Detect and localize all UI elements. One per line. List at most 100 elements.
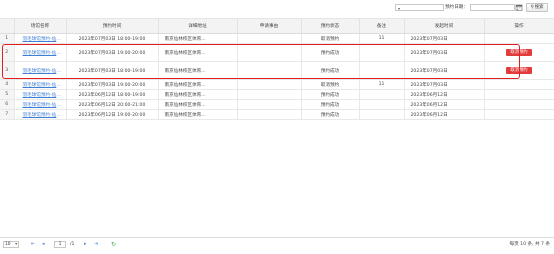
refresh-icon[interactable]: ↻ [111,241,116,248]
table-row: 5 羽毛球馆预约-仙林... 2023年06月12日 18:00-19:00 南… [0,89,554,100]
action-cell: 取消预约 [484,43,554,62]
header-reason[interactable]: 申请事由 [237,18,302,34]
status: 取消预约 [301,79,360,90]
table-row: 3 羽毛球馆预约-仙林... 2023年07月03日 18:00-19:00 南… [0,61,554,80]
status: 取消预约 [301,33,360,44]
calendar-icon[interactable] [515,4,523,11]
venue-link[interactable]: 羽毛球馆预约-仙林... [14,99,67,110]
address: 南京仙林校区体育... [158,61,238,80]
header-status[interactable]: 预约状态 [301,18,360,34]
created-time: 2023年07月03日 [404,79,485,90]
venue-link[interactable]: 羽毛球馆预约-仙林... [14,109,67,120]
reservation-time: 2023年07月03日 19:00-20:00 [66,43,159,62]
page-size-select[interactable]: 10 ▾ [3,241,19,248]
header-address[interactable]: 详细地址 [158,18,238,34]
status: 预约成功 [301,89,360,100]
venue-link[interactable]: 羽毛球馆预约-仙林... [14,33,67,44]
cancel-reservation-button[interactable]: 取消预约 [506,49,532,56]
status-select[interactable]: ▾ [395,4,444,11]
header-index [0,18,15,34]
total-pages: /1 [70,242,75,247]
page-summary: 每页 10 条, 共 7 条 [509,242,551,247]
dropdown-arrow-icon: ▾ [15,242,17,246]
note: 11 [359,79,405,90]
row-index: 4 [0,79,15,90]
page-number-input[interactable]: 1 [54,241,66,248]
table-row: 7 羽毛球馆预约-仙林... 2023年06月12日 19:00-20:00 南… [0,109,554,120]
table-row: 2 羽毛球馆预约-仙林... 2023年07月03日 19:00-20:00 南… [0,43,554,62]
search-icon: ⚲ [530,5,534,10]
table-row: 6 羽毛球馆预约-仙林... 2023年06月12日 20:00-21:00 南… [0,99,554,110]
reason [237,99,302,110]
reason [237,89,302,100]
address: 南京仙林校区体育... [158,89,238,100]
row-index: 5 [0,89,15,100]
dropdown-arrow-icon: ▾ [398,6,401,11]
action-cell [484,79,554,90]
action-cell [484,109,554,120]
note [359,109,405,120]
note: 11 [359,33,405,44]
row-index: 7 [0,109,15,120]
reason [237,43,302,62]
reservation-time: 2023年06月12日 19:00-20:00 [66,109,159,120]
venue-link[interactable]: 羽毛球馆预约-仙林... [14,89,67,100]
next-page-icon[interactable]: ▸ [84,241,87,248]
table-row: 4 羽毛球馆预约-仙林... 2023年07月03日 19:00-20:00 南… [0,79,554,90]
reason [237,109,302,120]
note [359,99,405,110]
status: 预约成功 [301,43,360,62]
reservation-time: 2023年07月03日 18:00-19:00 [66,33,159,44]
header-venue[interactable]: 场馆名称 [14,18,67,34]
action-cell [484,99,554,110]
status: 预约成功 [301,109,360,120]
table-header-row: 场馆名称 预约时间 详细地址 申请事由 预约状态 备注 发起时间 操作 [0,18,554,34]
status: 预约成功 [301,61,360,80]
address: 南京仙林校区体育... [158,43,238,62]
row-index: 1 [0,33,15,44]
action-cell [484,89,554,100]
header-action: 操作 [484,18,554,34]
created-time: 2023年06月12日 [404,99,485,110]
table-row: 1 羽毛球馆预约-仙林... 2023年07月03日 18:00-19:00 南… [0,33,554,44]
header-time[interactable]: 预约时间 [66,18,159,34]
last-page-icon[interactable]: ⇥ [94,241,98,248]
first-page-icon[interactable]: ⇤ [31,241,35,248]
reason [237,79,302,90]
venue-link[interactable]: 羽毛球馆预约-仙林... [14,43,67,62]
note [359,43,405,62]
reservation-time: 2023年06月12日 18:00-19:00 [66,89,159,100]
row-index: 2 [0,43,15,62]
reason [237,33,302,44]
venue-link[interactable]: 羽毛球馆预约-仙林... [14,61,67,80]
date-label: 预约日期： [445,5,468,10]
action-cell [484,33,554,44]
note [359,89,405,100]
action-cell: 取消预约 [484,61,554,80]
created-time: 2023年06月12日 [404,89,485,100]
created-time: 2023年07月03日 [404,33,485,44]
row-index: 3 [0,61,15,80]
header-created[interactable]: 发起时间 [404,18,485,34]
prev-page-icon[interactable]: ◂ [42,241,45,248]
reason [237,61,302,80]
reservation-time: 2023年06月12日 20:00-21:00 [66,99,159,110]
note [359,61,405,80]
venue-link[interactable]: 羽毛球馆预约-仙林... [14,79,67,90]
address: 南京仙林校区体育... [158,109,238,120]
status: 预约成功 [301,99,360,110]
reservation-time: 2023年07月03日 19:00-20:00 [66,79,159,90]
reservation-table: 场馆名称 预约时间 详细地址 申请事由 预约状态 备注 发起时间 操作 1 羽毛… [0,18,554,120]
search-button[interactable]: ⚲搜索 [526,3,548,12]
address: 南京仙林校区体育... [158,33,238,44]
address: 南京仙林校区体育... [158,79,238,90]
toolbar: ▾ 预约日期： ⚲搜索 [0,3,554,13]
cancel-reservation-button[interactable]: 取消预约 [506,67,532,74]
date-input[interactable] [470,4,515,11]
pagination-bar: 10 ▾ ⇤ ◂ 1 /1 ▸ ⇥ ↻ 每页 10 条, 共 7 条 [0,237,554,250]
address: 南京仙林校区体育... [158,99,238,110]
reservation-time: 2023年07月03日 18:00-19:00 [66,61,159,80]
header-note[interactable]: 备注 [359,18,405,34]
created-time: 2023年07月03日 [404,43,485,62]
created-time: 2023年06月12日 [404,109,485,120]
